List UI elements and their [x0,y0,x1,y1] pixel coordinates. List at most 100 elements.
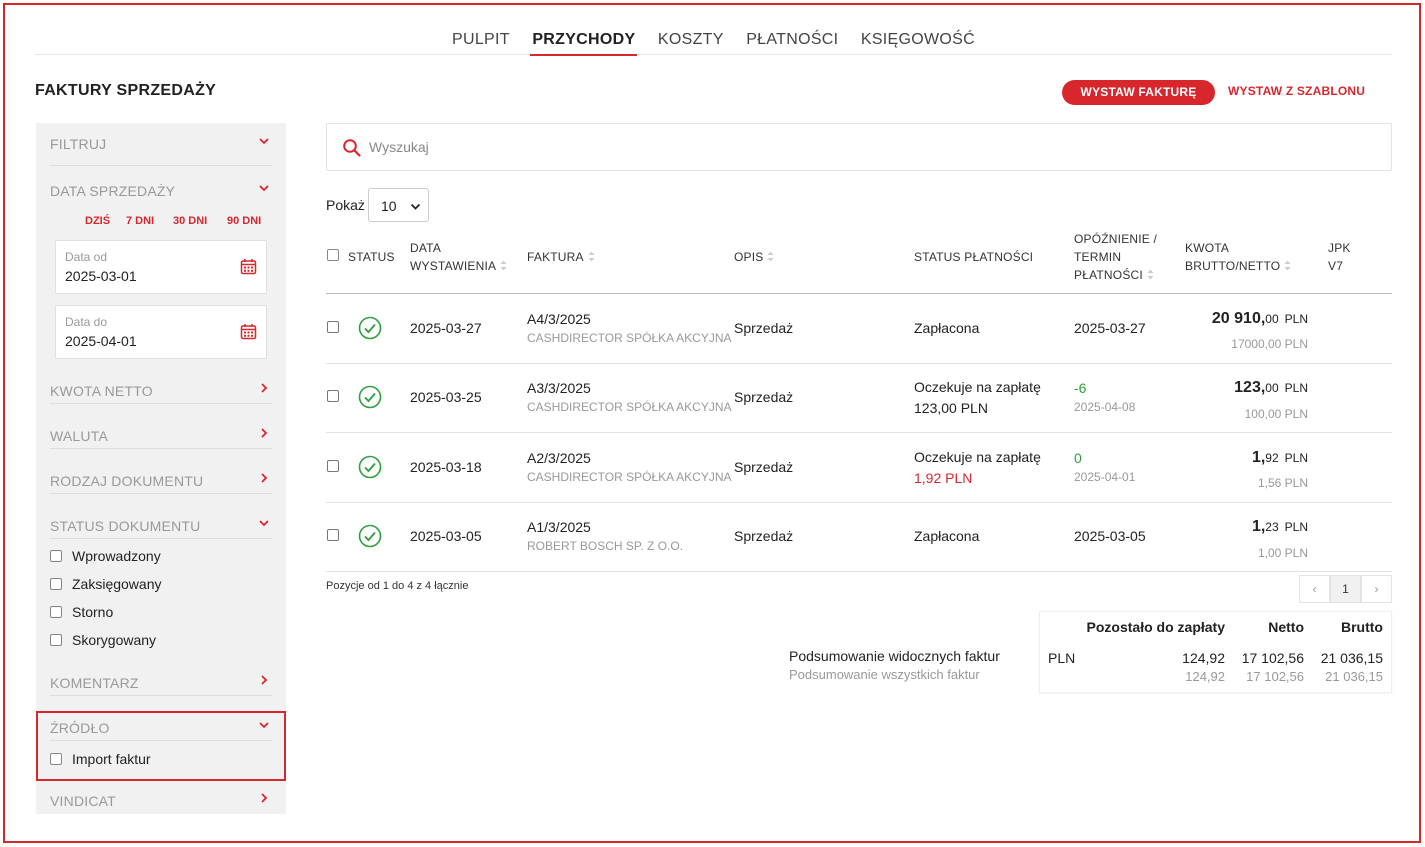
summary-header-remaining: Pozostało do zapłaty [1086,619,1225,635]
status-storno-label: Storno [72,604,114,620]
sale-date-label: DATA SPRZEDAŻY [50,183,176,199]
quick-7-days[interactable]: 7 DNI [126,215,154,227]
row-checkbox[interactable] [327,529,339,541]
header-status[interactable]: STATUS [348,248,395,266]
row-checkbox[interactable] [327,321,339,333]
check-circle-icon [358,385,382,409]
calendar-icon[interactable] [240,323,257,340]
search-icon [343,139,361,157]
table-row[interactable]: 2025-03-18 A2/3/2025 CASHDIRECTOR SPÓŁKA… [326,433,1392,503]
table-row[interactable]: 2025-03-25 A3/3/2025 CASHDIRECTOR SPÓŁKA… [326,363,1392,433]
nav-pulpit[interactable]: PULPIT [450,22,512,54]
date-to-field[interactable]: Data do 2025-04-01 [55,305,267,359]
status-wprowadzony-checkbox[interactable] [50,550,62,562]
nav-ksiegowosc[interactable]: KSIĘGOWOŚĆ [859,22,977,54]
page-size-select[interactable]: 10 [368,188,429,222]
status-skorygowany-checkbox[interactable] [50,634,62,646]
comment-label: KOMENTARZ [50,675,139,691]
filter-doc-status[interactable]: STATUS DOKUMENTU [50,513,272,539]
header-amount-line1: KWOTA [1185,241,1230,255]
page-1-button[interactable]: 1 [1330,575,1361,603]
summary-header-gross: Brutto [1341,619,1383,635]
filter-toggle[interactable]: FILTRUJ [50,131,272,166]
table-row[interactable]: 2025-03-05 A1/3/2025 ROBERT BOSCH SP. Z … [326,502,1392,572]
header-jpk[interactable]: JPK V7 [1328,239,1351,275]
chevron-right-icon [261,793,268,803]
filter-sale-date[interactable]: DATA SPRZEDAŻY [50,178,272,204]
payment-status: Oczekuje na zapłatę [914,449,1041,465]
page-size-label: Pokaż [326,197,365,213]
header-jpk-line1: JPK [1328,241,1351,255]
invoice-number[interactable]: A2/3/2025 [527,450,591,466]
row-checkbox[interactable] [327,390,339,402]
status-storno-checkbox[interactable] [50,606,62,618]
payment-delay: 0 [1074,450,1082,466]
issue-invoice-button[interactable]: WYSTAW FAKTURĘ [1062,80,1215,105]
header-invoice-label: FAKTURA [527,250,584,264]
main-navigation: PULPIT PRZYCHODY KOSZTY PŁATNOŚCI KSIĘGO… [35,22,1392,56]
prev-page-button[interactable]: ‹ [1299,575,1330,603]
header-description[interactable]: OPIS [734,248,774,266]
status-skorygowany-label: Skorygowany [72,632,157,648]
next-page-button[interactable]: › [1361,575,1392,603]
header-issue-date[interactable]: DATA WYSTAWIENIA [410,239,507,275]
check-circle-icon [358,524,382,548]
chevron-down-icon [259,722,269,729]
invoice-number[interactable]: A4/3/2025 [527,311,591,327]
header-invoice[interactable]: FAKTURA [527,248,595,266]
payment-status: Oczekuje na zapłatę [914,379,1041,395]
payment-status: Zapłacona [914,528,980,544]
source-import-checkbox[interactable] [50,753,62,765]
sort-icon [1147,269,1154,280]
chevron-down-icon [259,138,269,145]
header-payment-status[interactable]: STATUS PŁATNOŚCI [914,248,1033,266]
filter-sidebar: FILTRUJ DATA SPRZEDAŻY DZIŚ 7 DNI 30 DNI… [36,123,286,814]
date-from-value: 2025-03-01 [65,268,137,284]
nav-platnosci[interactable]: PŁATNOŚCI [744,22,840,54]
date-to-label: Data do [65,315,108,329]
quick-today[interactable]: DZIŚ [85,215,110,227]
source-label: ŹRÓDŁO [50,720,110,736]
doc-type-label: RODZAJ DOKUMENTU [50,473,204,489]
filter-source[interactable]: ŹRÓDŁO [50,715,272,741]
source-import-label: Import faktur [72,751,151,767]
filter-currency[interactable]: WALUTA [50,423,272,449]
vindicat-label: VINDICAT [50,793,116,809]
payment-status: Zapłacona [914,320,980,336]
sort-icon [588,251,595,262]
nav-koszty[interactable]: KOSZTY [656,22,726,54]
date-from-field[interactable]: Data od 2025-03-01 [55,240,267,294]
payment-remaining: 1,92 PLN [914,470,973,486]
filter-vindicat[interactable]: VINDICAT [50,788,272,814]
search-input[interactable] [369,135,1359,159]
quick-90-days[interactable]: 90 DNI [227,215,261,227]
filter-doc-type[interactable]: RODZAJ DOKUMENTU [50,468,272,494]
filter-comment[interactable]: KOMENTARZ [50,670,272,696]
quick-30-days[interactable]: 30 DNI [173,215,207,227]
header-amount[interactable]: KWOTA BRUTTO/NETTO [1185,239,1291,275]
issue-date: 2025-03-18 [410,459,482,475]
status-zaksiegowany-checkbox[interactable] [50,578,62,590]
client-name: CASHDIRECTOR SPÓŁKA AKCYJNA [527,470,732,484]
row-checkbox[interactable] [327,460,339,472]
nav-przychody[interactable]: PRZYCHODY [530,22,638,56]
sort-icon [767,251,774,262]
chevron-right-icon [261,675,268,685]
net-amount: 100,00 PLN [1244,407,1308,421]
calendar-icon[interactable] [240,258,257,275]
invoice-number[interactable]: A3/3/2025 [527,380,591,396]
table-row[interactable]: 2025-03-27 A4/3/2025 CASHDIRECTOR SPÓŁKA… [326,294,1392,364]
issue-from-template-button[interactable]: WYSTAW Z SZABLONU [1228,84,1365,98]
header-delay[interactable]: OPÓŹNIENIE / TERMIN PŁATNOŚCI [1074,230,1157,284]
header-jpk-line2: V7 [1328,259,1344,273]
select-all-checkbox[interactable] [327,249,339,261]
client-name: CASHDIRECTOR SPÓŁKA AKCYJNA [527,331,732,345]
payment-remaining: 123,00 PLN [914,400,988,416]
header-amount-line2: BRUTTO/NETTO [1185,259,1281,273]
summary-currency: PLN [1048,650,1076,666]
invoice-number[interactable]: A1/3/2025 [527,519,591,535]
issue-date: 2025-03-05 [410,528,482,544]
gross-amount: 1,92 PLN [1251,449,1308,466]
net-amount: 1,56 PLN [1257,476,1308,490]
filter-net-amount[interactable]: KWOTA NETTO [50,378,272,404]
